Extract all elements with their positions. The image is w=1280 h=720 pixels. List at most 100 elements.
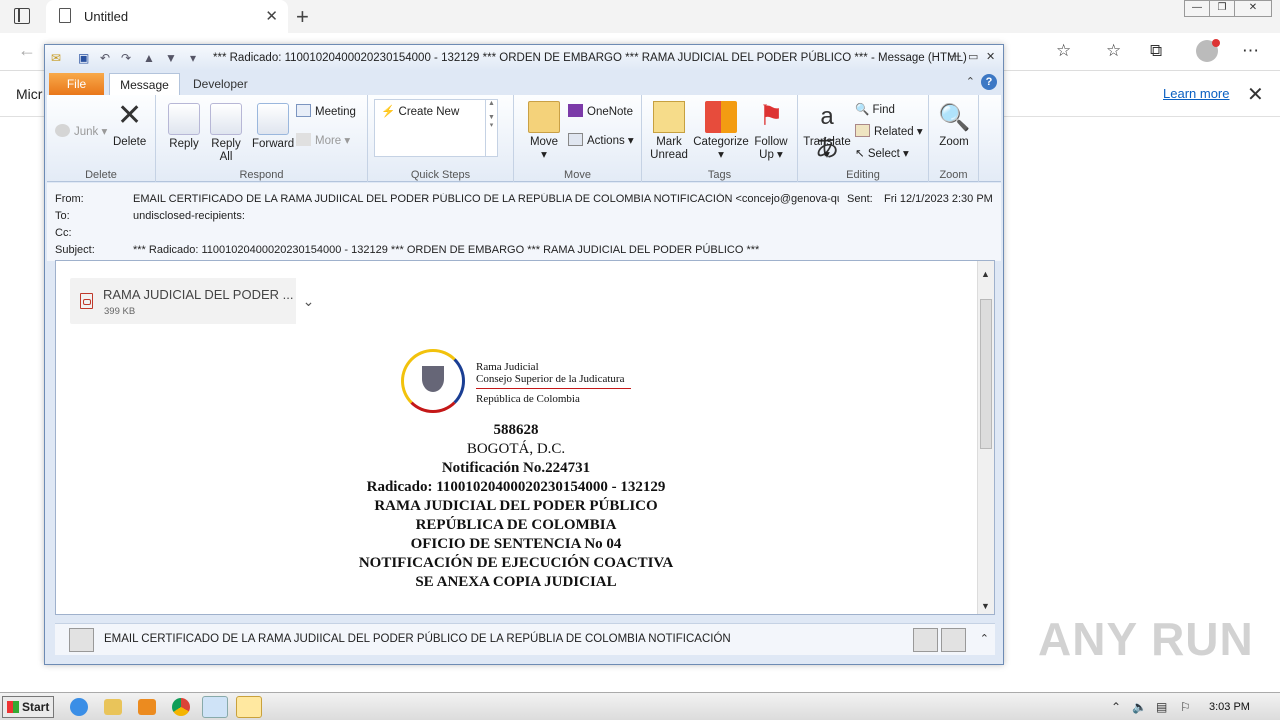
sender-avatar[interactable] xyxy=(69,628,94,652)
categorize-icon xyxy=(705,101,737,133)
reply-button[interactable]: Reply xyxy=(166,103,202,151)
favorites-icon[interactable]: ☆ xyxy=(1106,41,1121,61)
gallery-scroll[interactable]: ▲ ▼ ▾ xyxy=(485,100,497,156)
tab-file[interactable]: File xyxy=(49,73,104,95)
close-window-button[interactable]: ✕ xyxy=(1234,0,1272,17)
close-tab-icon[interactable]: ✕ xyxy=(265,7,278,25)
create-new-quick-step[interactable]: ⚡ Create New xyxy=(381,104,459,118)
tab-actions-icon[interactable] xyxy=(14,8,30,24)
vertical-scrollbar[interactable]: ▲ ▼ xyxy=(977,261,994,614)
follow-up-button[interactable]: ⚑ Follow Up ▾ xyxy=(752,101,790,162)
to-value[interactable]: undisclosed-recipients: xyxy=(133,210,245,222)
ribbon-tabs: File Message Developer ⌃ ? xyxy=(45,71,1003,96)
logo-divider xyxy=(476,388,631,389)
browser-tab[interactable]: Untitled ✕ xyxy=(46,0,288,33)
person-avatar[interactable] xyxy=(941,628,966,652)
new-tab-icon[interactable]: + xyxy=(296,4,309,30)
reply-icon xyxy=(168,103,200,135)
maximize-icon[interactable]: ▭ xyxy=(968,50,978,63)
taskbar: Start ⌃ 🔈 ▤ ⚐ 3:03 PM xyxy=(0,692,1280,720)
start-button[interactable]: Start xyxy=(2,696,54,718)
save-icon[interactable]: ▣ xyxy=(78,51,89,65)
meeting-icon xyxy=(296,104,311,117)
expand-pane-icon[interactable]: ⌃ xyxy=(980,632,989,645)
logo-line-2: Consejo Superior de la Judicatura xyxy=(476,373,625,385)
junk-icon xyxy=(55,124,70,137)
group-label: Editing xyxy=(846,169,880,181)
scroll-up-icon[interactable]: ▲ xyxy=(981,269,990,279)
more-button[interactable]: More ▾ xyxy=(296,133,350,147)
move-button[interactable]: Move ▾ xyxy=(524,101,564,162)
quick-steps-gallery: ⚡ Create New ▲ ▼ ▾ xyxy=(374,99,498,157)
scroll-thumb[interactable] xyxy=(980,299,992,449)
ribbon: Junk ▾ ✕ Delete Delete Reply Reply All Fo… xyxy=(47,95,1001,182)
previous-item-icon[interactable]: ▲ xyxy=(143,51,155,65)
flag-icon[interactable]: ⚐ xyxy=(1180,700,1191,714)
undo-icon[interactable]: ↶ xyxy=(100,51,110,65)
to-label: To: xyxy=(55,210,70,222)
forward-icon xyxy=(257,103,289,135)
more-options-icon[interactable]: ⋯ xyxy=(1242,41,1259,61)
restore-button[interactable]: ❐ xyxy=(1209,0,1235,17)
explorer-icon[interactable] xyxy=(104,699,122,715)
window-title-bar: ✉ ▣ ↶ ↷ ▲ ▼ ▾ *** Radicado: 110010204000… xyxy=(45,45,1003,71)
forward-button[interactable]: Forward xyxy=(252,103,294,151)
clock: 3:03 PM xyxy=(1209,701,1250,713)
internet-explorer-icon[interactable] xyxy=(70,698,88,716)
body-line: Notificación No.224731 xyxy=(441,460,591,476)
attachment-chip[interactable]: RAMA JUDICIAL DEL PODER ... 399 KB xyxy=(70,278,318,324)
onenote-button[interactable]: OneNote xyxy=(568,104,633,118)
add-favorite-icon[interactable]: ☆ xyxy=(1056,41,1071,61)
close-icon[interactable]: ✕ xyxy=(986,50,995,63)
categorize-button[interactable]: Categorize ▾ xyxy=(692,101,750,162)
delete-button[interactable]: ✕ Delete xyxy=(113,101,146,149)
mark-unread-button[interactable]: Mark Unread xyxy=(648,101,690,162)
help-icon[interactable]: ? xyxy=(981,74,997,90)
scroll-down-icon[interactable]: ▼ xyxy=(981,601,990,611)
body-line: OFICIO DE SENTENCIA No 04 xyxy=(410,536,622,552)
related-button[interactable]: Related ▾ xyxy=(855,124,923,138)
customize-toolbar-icon[interactable]: ▾ xyxy=(190,51,196,65)
body-line: BOGOTÁ, D.C. xyxy=(466,441,566,457)
lightning-icon: ⚡ xyxy=(381,106,396,118)
tab-developer[interactable]: Developer xyxy=(193,73,248,95)
logo-line-1: Rama Judicial xyxy=(476,361,539,373)
chevron-down-icon[interactable]: ⌄ xyxy=(296,278,321,324)
tray-expand-icon[interactable]: ⌃ xyxy=(1111,700,1121,714)
zoom-button[interactable]: 🔍 Zoom xyxy=(935,101,973,149)
person-avatar[interactable] xyxy=(913,628,938,652)
cc-label: Cc: xyxy=(55,227,72,239)
minimize-icon[interactable]: — xyxy=(950,50,961,62)
redo-icon[interactable]: ↷ xyxy=(121,51,131,65)
meeting-button[interactable]: Meeting xyxy=(296,104,356,118)
logo-line-3: República de Colombia xyxy=(476,393,580,405)
volume-icon[interactable]: 🔈 xyxy=(1132,700,1147,714)
mail-icon: ✉ xyxy=(51,51,62,65)
outlook-icon[interactable] xyxy=(236,696,262,718)
body-line: RAMA JUDICIAL DEL PODER PÚBLICO xyxy=(374,498,658,514)
notification-text: 588628 BOGOTÁ, D.C. Notificación No.2247… xyxy=(296,421,736,592)
reply-all-button[interactable]: Reply All xyxy=(208,103,244,164)
network-icon[interactable]: ▤ xyxy=(1156,700,1167,714)
group-label: Respond xyxy=(239,169,284,181)
media-player-icon[interactable] xyxy=(138,699,156,715)
select-button[interactable]: ↖ Select ▾ xyxy=(855,146,909,160)
edge-icon[interactable] xyxy=(202,696,228,718)
group-editing: aあ Translate ▾ 🔍 Find Related ▾ ↖ Select … xyxy=(798,95,929,182)
minimize-button[interactable]: — xyxy=(1184,0,1210,17)
junk-button[interactable]: Junk ▾ xyxy=(55,124,107,138)
info-bar-text: Micr xyxy=(16,86,43,102)
tab-message[interactable]: Message xyxy=(109,73,180,96)
collections-icon[interactable]: ⧉ xyxy=(1150,41,1162,61)
find-button[interactable]: 🔍 Find xyxy=(855,102,895,116)
actions-button[interactable]: Actions ▾ xyxy=(568,133,634,147)
from-value[interactable]: EMAIL CERTIFICADO DE LA RAMA JUDIICAL DE… xyxy=(133,193,839,205)
profile-avatar[interactable] xyxy=(1196,39,1220,62)
next-item-icon[interactable]: ▼ xyxy=(165,51,177,65)
chrome-icon[interactable] xyxy=(172,698,190,716)
translate-button[interactable]: aあ Translate ▾ xyxy=(802,101,852,162)
learn-more-link[interactable]: Learn more xyxy=(1163,86,1229,101)
close-infobar-icon[interactable]: ✕ xyxy=(1247,82,1264,107)
back-icon[interactable]: ← xyxy=(18,40,36,61)
collapse-ribbon-icon[interactable]: ⌃ xyxy=(966,75,975,88)
